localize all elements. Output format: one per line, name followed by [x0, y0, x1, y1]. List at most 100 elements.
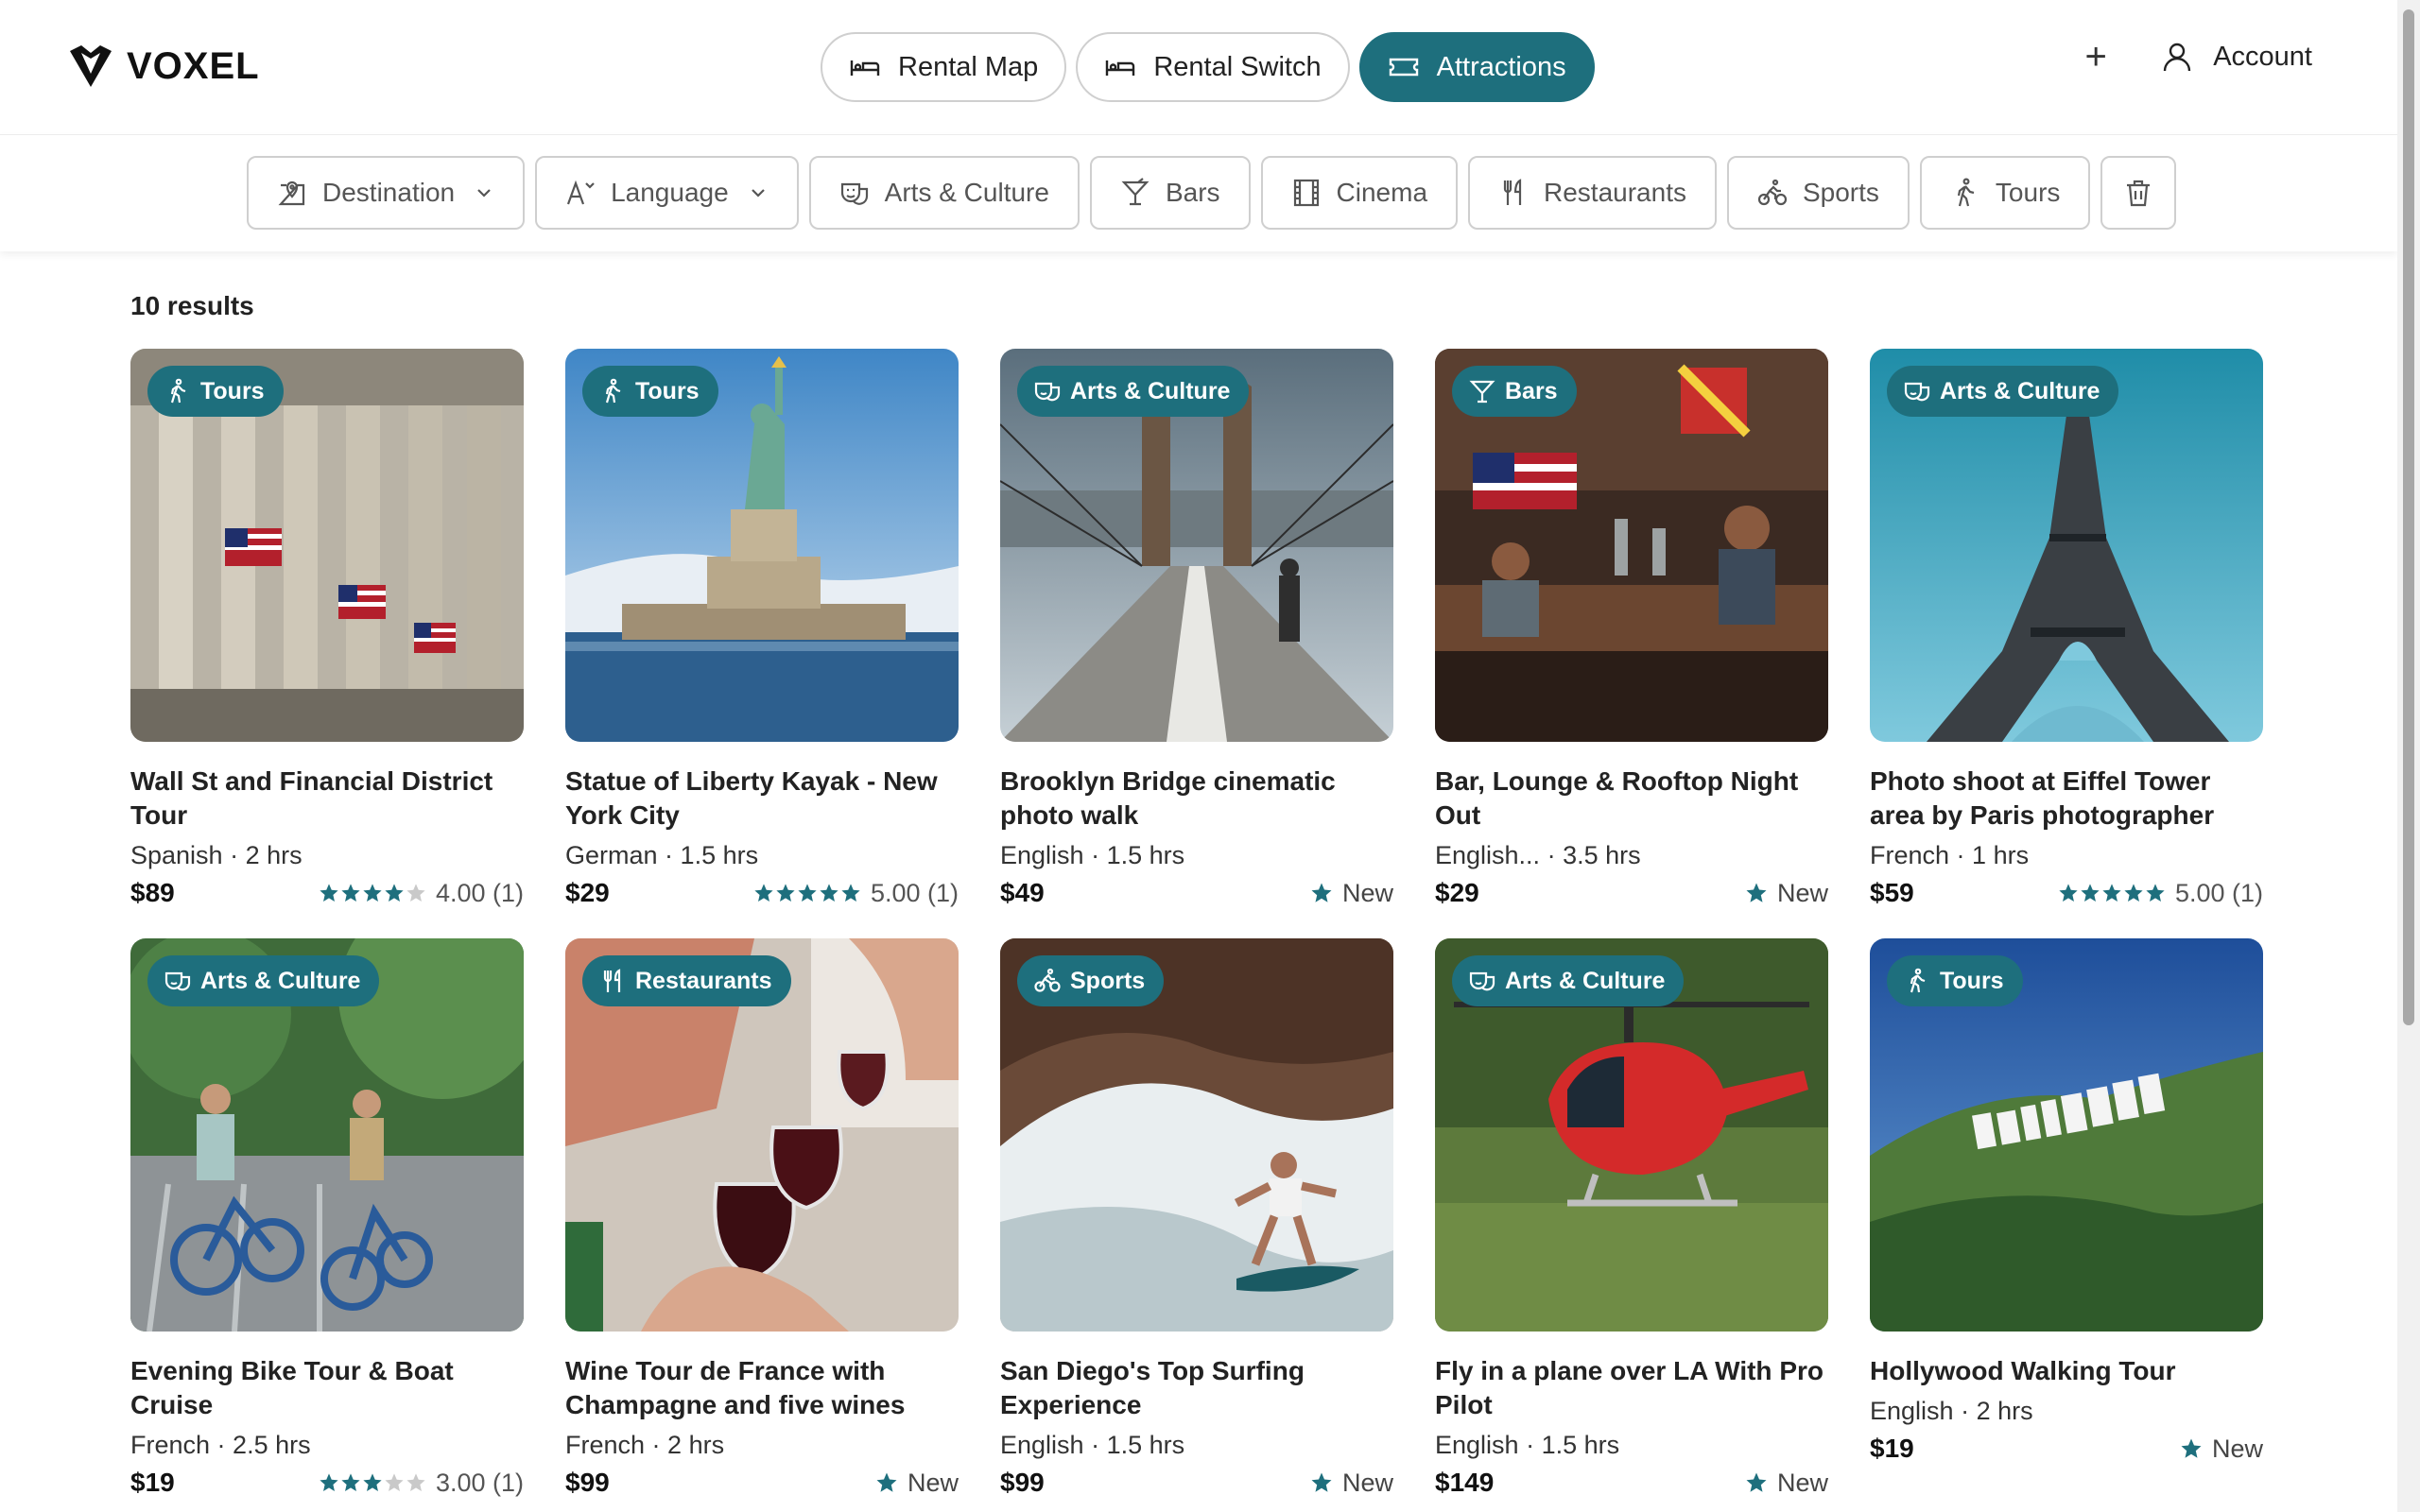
filter-label: Destination — [322, 178, 456, 207]
star-icon — [2180, 1437, 2203, 1460]
card-footer: $29 New — [1435, 876, 1828, 910]
card-footer: $99 New — [565, 1466, 959, 1500]
card-title[interactable]: Evening Bike Tour & Boat Cruise — [130, 1354, 524, 1422]
attraction-card[interactable]: Arts & Culture Brooklyn Bridge cinematic… — [1000, 349, 1393, 907]
card-title[interactable]: Brooklyn Bridge cinematic photo walk — [1000, 765, 1393, 833]
card-title[interactable]: Photo shoot at Eiffel Tower area by Pari… — [1870, 765, 2263, 833]
scrollbar-thumb[interactable] — [2403, 9, 2414, 1025]
card-meta: French · 1 hrs — [1870, 841, 2030, 869]
rating-label: 5.00 (1) — [870, 878, 959, 907]
star-empty-icon — [406, 883, 426, 903]
card-language: English... — [1435, 841, 1541, 869]
filter-destination[interactable]: Destination — [247, 156, 526, 230]
filter-arts-culture[interactable]: Arts & Culture — [808, 156, 1080, 230]
category-badge: Sports — [1017, 955, 1165, 1006]
star-icon — [1745, 882, 1768, 904]
attraction-card[interactable]: Sports San Diego's Top Surfing Experienc… — [1000, 938, 1393, 1497]
attraction-card[interactable]: Tours Wall St and Financial District Tou… — [130, 349, 524, 907]
card-language: French — [565, 1431, 646, 1459]
attraction-card[interactable]: Arts & Culture Fly in a plane over LA Wi… — [1435, 938, 1828, 1497]
cocktail-icon — [1469, 378, 1495, 404]
clear-filters-button[interactable] — [2100, 156, 2177, 230]
attraction-card[interactable]: Restaurants Wine Tour de France with Cha… — [565, 938, 959, 1497]
card-duration: 2 hrs — [667, 1431, 725, 1459]
filter-cinema[interactable]: Cinema — [1260, 156, 1459, 230]
tab-rental-map[interactable]: Rental Map — [821, 32, 1067, 102]
badge-label: Tours — [1940, 967, 2004, 994]
card-title[interactable]: Hollywood Walking Tour — [1870, 1354, 2263, 1388]
add-button[interactable]: + — [2077, 38, 2115, 76]
badge-label: Arts & Culture — [1070, 377, 1231, 404]
tab-label: Attractions — [1436, 51, 1566, 82]
filter-label: Sports — [1802, 178, 1879, 207]
star-filled-icon — [819, 883, 839, 903]
filter-label: Language — [611, 178, 729, 207]
card-price: $59 — [1870, 878, 1914, 907]
results-grid: Tours Wall St and Financial District Tou… — [130, 349, 2267, 1497]
walking-icon — [1957, 178, 1975, 207]
card-title[interactable]: Wine Tour de France with Champagne and f… — [565, 1354, 959, 1422]
star-rating — [319, 883, 426, 903]
filter-label: Tours — [1995, 178, 2061, 207]
bike-icon — [1757, 179, 1788, 206]
card-image[interactable]: Tours — [565, 349, 959, 742]
filter-bar: Destination Language Arts & Culture Bars… — [0, 134, 2397, 251]
card-image[interactable]: Arts & Culture — [130, 938, 524, 1332]
account-button[interactable]: Account — [2160, 40, 2312, 74]
card-footer: $99 New — [1000, 1466, 1393, 1500]
card-image[interactable]: Tours — [1870, 938, 2263, 1332]
badge-label: Bars — [1505, 377, 1558, 404]
masks-icon — [1904, 378, 1930, 404]
card-rating: 5.00 (1) — [753, 879, 959, 908]
filter-label: Restaurants — [1544, 178, 1686, 207]
cocktail-icon — [1121, 178, 1150, 206]
card-duration: 3.5 hrs — [1563, 841, 1641, 869]
chevron-down-icon — [477, 189, 491, 198]
card-price: $19 — [130, 1468, 175, 1497]
filter-tours[interactable]: Tours — [1919, 156, 2091, 230]
page-scrollbar[interactable] — [2397, 0, 2420, 1512]
attraction-card[interactable]: Arts & Culture Evening Bike Tour & Boat … — [130, 938, 524, 1497]
badge-label: Restaurants — [635, 967, 772, 994]
star-icon — [1310, 882, 1333, 904]
brand-logo[interactable]: VOXEL — [64, 40, 260, 93]
tab-rental-switch[interactable]: Rental Switch — [1076, 32, 1350, 102]
card-duration: 1.5 hrs — [1106, 1431, 1185, 1459]
filter-bars[interactable]: Bars — [1089, 156, 1251, 230]
card-image[interactable]: Arts & Culture — [1000, 349, 1393, 742]
card-language: French — [130, 1431, 211, 1459]
category-badge: Restaurants — [582, 955, 791, 1006]
card-language: English — [1000, 841, 1084, 869]
star-rating — [2058, 883, 2166, 903]
card-title[interactable]: San Diego's Top Surfing Experience — [1000, 1354, 1393, 1422]
tab-attractions[interactable]: Attractions — [1358, 32, 1595, 102]
card-image[interactable]: Tours — [130, 349, 524, 742]
card-image[interactable]: Bars — [1435, 349, 1828, 742]
card-title[interactable]: Bar, Lounge & Rooftop Night Out — [1435, 765, 1828, 833]
card-title[interactable]: Wall St and Financial District Tour — [130, 765, 524, 833]
ticket-icon — [1389, 58, 1418, 77]
rating-label: 5.00 (1) — [2174, 878, 2263, 907]
filter-sports[interactable]: Sports — [1726, 156, 1910, 230]
card-price: $29 — [565, 878, 610, 907]
card-image[interactable]: Arts & Culture — [1870, 349, 2263, 742]
filter-restaurants[interactable]: Restaurants — [1468, 156, 1717, 230]
card-price: $99 — [1000, 1468, 1045, 1497]
attraction-card[interactable]: Tours Statue of Liberty Kayak - New York… — [565, 349, 959, 907]
card-title[interactable]: Statue of Liberty Kayak - New York City — [565, 765, 959, 833]
card-price: $49 — [1000, 878, 1045, 907]
card-image[interactable]: Restaurants — [565, 938, 959, 1332]
attraction-card[interactable]: Arts & Culture Photo shoot at Eiffel Tow… — [1870, 349, 2263, 907]
filter-language[interactable]: Language — [535, 156, 799, 230]
card-duration: 2.5 hrs — [233, 1431, 311, 1459]
walking-icon — [164, 378, 191, 404]
brand-name: VOXEL — [127, 44, 260, 87]
attraction-card[interactable]: Tours Hollywood Walking Tour English · 2… — [1870, 938, 2263, 1490]
star-filled-icon — [340, 883, 361, 903]
attraction-card[interactable]: Bars Bar, Lounge & Rooftop Night Out Eng… — [1435, 349, 1828, 907]
masks-icon — [840, 182, 868, 205]
card-image[interactable]: Sports — [1000, 938, 1393, 1332]
card-price: $99 — [565, 1468, 610, 1497]
card-title[interactable]: Fly in a plane over LA With Pro Pilot — [1435, 1354, 1828, 1422]
card-image[interactable]: Arts & Culture — [1435, 938, 1828, 1332]
